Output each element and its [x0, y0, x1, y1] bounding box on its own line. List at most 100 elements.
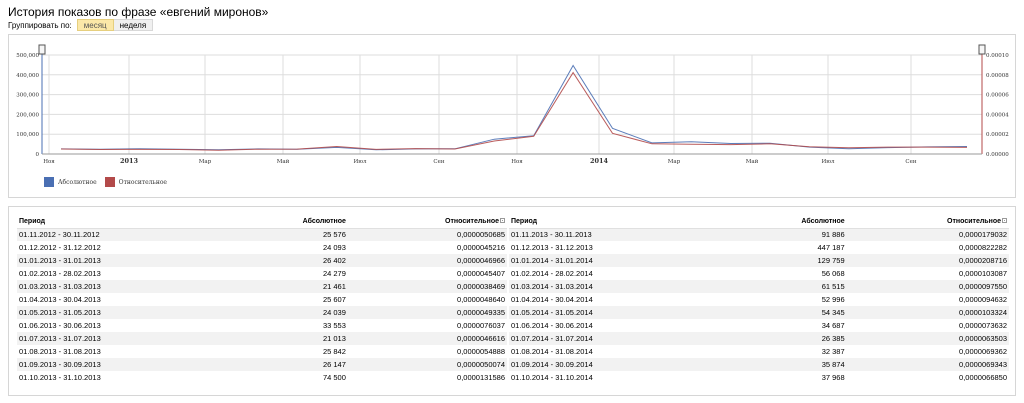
- table-row: 01.10.2014 - 31.10.2014 37 968 0,000006685…: [509, 371, 1009, 384]
- table-row: 01.02.2014 - 28.02.2014 56 068 0,000010308…: [509, 267, 1009, 280]
- cell-absolute: 33 553: [322, 321, 346, 330]
- x-axis-tick-label: 2014: [590, 157, 609, 165]
- cell-absolute: 32 387: [821, 347, 845, 356]
- x-axis-tick-label: Сен: [905, 159, 916, 165]
- cell-period: 01.05.2014 - 31.05.2014: [509, 306, 727, 319]
- cell-period: 01.03.2014 - 31.03.2014: [509, 280, 727, 293]
- x-axis-tick-label: Июл: [353, 159, 367, 165]
- table-row: 01.11.2012 - 30.11.2012 25 576 0,000005068…: [17, 228, 507, 241]
- cell-absolute: 25 576: [230, 228, 348, 241]
- table-row: 01.07.2013 - 31.07.2013 21 013 0,000004661…: [17, 332, 507, 345]
- cell-period: 01.05.2013 - 31.05.2013: [17, 306, 231, 319]
- cell-absolute: 24 093: [322, 243, 346, 252]
- table-row: 01.04.2013 - 30.04.2013 25 607 0,000004864…: [17, 293, 507, 306]
- cell-relative: 0,0000208716: [846, 254, 1009, 267]
- cell-relative: 0,0000046966: [347, 254, 507, 267]
- legend-item-relative[interactable]: Относительное: [104, 177, 167, 187]
- cell-period: 01.02.2014 - 28.02.2014: [511, 269, 593, 278]
- column-header-relative[interactable]: Относительное: [347, 215, 507, 229]
- grouping-control: Группировать по: месяц неделя: [8, 19, 154, 31]
- left-axis-tick-label: 100,000: [16, 132, 39, 138]
- cell-absolute: 54 345: [726, 306, 847, 319]
- x-axis-tick-label: Ноя: [43, 159, 55, 165]
- cell-relative: 0,0000038469: [347, 280, 507, 293]
- chart-legend: Абсолютное Относительное: [44, 177, 175, 187]
- right-axis-tick-label: 0.00008: [986, 73, 1009, 79]
- table-row: 01.07.2014 - 31.07.2014 26 385 0,000006350…: [509, 332, 1009, 345]
- cell-absolute: 26 402: [230, 254, 348, 267]
- chart-panel: 500,000 0.00010 400,000 0.00008 300,000 0.000…: [8, 34, 1016, 198]
- x-axis-tick-label: Ноя: [511, 159, 523, 165]
- sort-icon[interactable]: [1002, 218, 1007, 224]
- cell-period: 01.08.2014 - 31.08.2014: [511, 347, 593, 356]
- column-header-relative[interactable]: Относительное: [846, 215, 1009, 229]
- right-axis-tick-label: 0.00000: [986, 152, 1009, 158]
- cell-period: 01.10.2013 - 31.10.2013: [19, 373, 101, 382]
- cell-period: 01.01.2014 - 31.01.2014: [509, 254, 727, 267]
- cell-relative: 0,0000046616: [347, 332, 507, 345]
- table-row: 01.10.2013 - 31.10.2013 74 500 0,000013158…: [17, 371, 507, 384]
- cell-relative: 0,0000045216: [457, 243, 505, 252]
- cell-relative: 0,0000822282: [959, 243, 1007, 252]
- table-row: 01.09.2013 - 30.09.2013 26 147 0,000005007…: [17, 358, 507, 371]
- sort-icon[interactable]: [500, 218, 505, 224]
- cell-relative: 0,0000048640: [457, 295, 505, 304]
- right-axis-tick-label: 0.00006: [986, 93, 1009, 99]
- grouping-label: Группировать по:: [8, 20, 72, 30]
- right-axis-tick-label: 0.00010: [986, 53, 1009, 59]
- legend-item-absolute[interactable]: Абсолютное: [44, 177, 97, 187]
- series-line-absolute: [60, 64, 968, 151]
- page-title: История показов по фразе «евгений мироно…: [8, 5, 269, 19]
- table-row: 01.01.2014 - 31.01.2014 129 759 0,00002087…: [509, 254, 1009, 267]
- table-row: 01.11.2013 - 30.11.2013 91 886 0,000017903…: [509, 228, 1009, 241]
- cell-absolute: 447 187: [817, 243, 845, 252]
- cell-period: 01.06.2013 - 30.06.2013: [19, 321, 101, 330]
- cell-period: 01.10.2014 - 31.10.2014: [511, 373, 593, 382]
- table-row: 01.04.2014 - 30.04.2014 52 996 0,000009463…: [509, 293, 1009, 306]
- cell-period: 01.11.2012 - 30.11.2012: [17, 228, 231, 241]
- cell-relative: 0,0000131586: [457, 373, 505, 382]
- cell-period: 01.12.2012 - 31.12.2012: [19, 243, 101, 252]
- table-panel: Период Абсолютное Относительное 01.11.20…: [8, 206, 1016, 396]
- cell-absolute: 56 068: [821, 269, 845, 278]
- cell-absolute: 61 515: [726, 280, 847, 293]
- cell-relative: 0,0000063503: [846, 332, 1009, 345]
- x-axis-tick-label: Май: [277, 159, 290, 165]
- left-axis-tick-label: 300,000: [16, 93, 39, 99]
- column-header-absolute: Абсолютное: [230, 215, 348, 229]
- group-by-month-button[interactable]: месяц: [76, 19, 114, 31]
- cell-relative: 0,0000069362: [959, 347, 1007, 356]
- cell-period: 01.08.2013 - 31.08.2013: [19, 347, 101, 356]
- left-axis-tick-label: 0: [36, 152, 40, 158]
- series-line-relative: [60, 71, 968, 151]
- history-chart: 500,000 0.00010 400,000 0.00008 300,000 0.000…: [16, 44, 1009, 165]
- x-axis-tick-label: Мар: [668, 159, 681, 165]
- table-row: 01.06.2013 - 30.06.2013 33 553 0,000007603…: [17, 319, 507, 332]
- table-header-row: Период Абсолютное Относительное: [509, 215, 1009, 229]
- cell-period: 01.04.2014 - 30.04.2014: [511, 295, 593, 304]
- x-axis-tick-label: Май: [746, 159, 759, 165]
- table-row: 01.09.2014 - 30.09.2014 35 874 0,000006934…: [509, 358, 1009, 371]
- cell-absolute: 26 147: [230, 358, 348, 371]
- group-by-week-button[interactable]: неделя: [113, 19, 154, 31]
- cell-absolute: 74 500: [322, 373, 346, 382]
- cell-absolute: 37 968: [821, 373, 845, 382]
- x-axis-tick-label: Сен: [433, 159, 444, 165]
- left-axis-tick-label: 400,000: [16, 73, 39, 79]
- column-header-relative-label: Относительное: [947, 217, 1001, 225]
- table-row: 01.02.2013 - 28.02.2013 24 279 0,000004540…: [17, 267, 507, 280]
- range-handle-right: [978, 44, 986, 55]
- table-header-row: Период Абсолютное Относительное: [17, 215, 507, 229]
- legend-swatch-relative: [104, 177, 115, 187]
- cell-absolute: 24 039: [230, 306, 348, 319]
- cell-relative: 0,0000069343: [846, 358, 1009, 371]
- cell-relative: 0,0000054888: [457, 347, 505, 356]
- range-handle-left: [38, 44, 46, 55]
- x-axis-tick-label: Мар: [199, 159, 212, 165]
- cell-period: 01.06.2014 - 30.06.2014: [511, 321, 593, 330]
- column-header-relative-label: Относительное: [445, 217, 499, 225]
- cell-absolute: 24 279: [322, 269, 346, 278]
- cell-relative: 0,0000076037: [457, 321, 505, 330]
- history-table-right: Период Абсолютное Относительное 01.11.20…: [509, 215, 1009, 384]
- cell-absolute: 52 996: [821, 295, 845, 304]
